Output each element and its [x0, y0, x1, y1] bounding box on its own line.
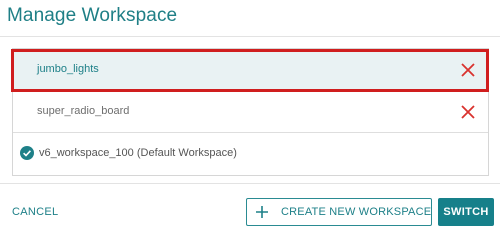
dialog-title: Manage Workspace	[7, 5, 178, 26]
header-divider	[0, 36, 500, 37]
workspace-name: super_radio_board	[37, 105, 130, 117]
close-x-icon[interactable]	[460, 62, 476, 78]
workspace-row-v6-workspace-100[interactable]: v6_workspace_100 (Default Workspace)	[13, 133, 488, 175]
cancel-button[interactable]: CANCEL	[12, 206, 58, 218]
check-circle-icon	[20, 146, 34, 160]
create-new-workspace-button[interactable]: CREATE NEW WORKSPACE	[246, 198, 432, 226]
workspace-name: v6_workspace_100 (Default Workspace)	[39, 147, 237, 159]
workspace-row-jumbo-lights[interactable]: jumbo_lights	[13, 49, 488, 91]
footer-divider	[0, 183, 500, 184]
workspace-list: jumbo_lights super_radio_board v6_worksp…	[12, 48, 489, 176]
close-x-icon[interactable]	[460, 104, 476, 120]
switch-button[interactable]: SWITCH	[438, 198, 494, 226]
workspace-name: jumbo_lights	[37, 63, 99, 75]
plus-icon	[256, 206, 268, 218]
create-button-label: CREATE NEW WORKSPACE	[281, 206, 432, 218]
workspace-row-super-radio-board[interactable]: super_radio_board	[13, 91, 488, 133]
